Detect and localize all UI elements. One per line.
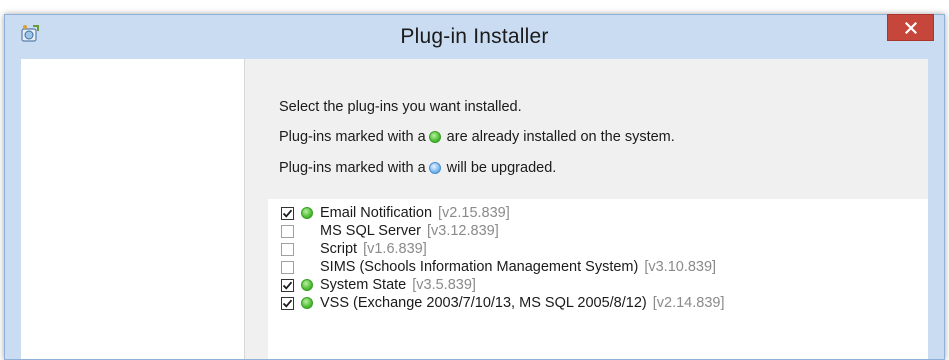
- plugin-row-vss[interactable]: VSS (Exchange 2003/7/10/13, MS SQL 2005/…: [281, 294, 724, 312]
- instruction-text-2b: are already installed on the system.: [446, 129, 675, 145]
- content-area: Select the plug-ins you want installed. …: [245, 59, 928, 359]
- checkmark-icon: [282, 281, 293, 290]
- installed-dot-icon: [301, 297, 313, 309]
- instruction-line-1: Select the plug-ins you want installed.: [279, 99, 522, 115]
- plugin-row-sims[interactable]: SIMS (Schools Information Management Sys…: [281, 258, 716, 276]
- plugin-version: [v3.5.839]: [412, 277, 476, 293]
- plugin-checkbox[interactable]: [281, 296, 294, 310]
- instruction-text-3a: Plug-ins marked with a: [279, 160, 426, 176]
- installed-dot-icon: [301, 279, 313, 291]
- plugin-installer-window: Plug-in Installer Select the plug-ins yo…: [4, 14, 945, 360]
- plugin-name: System State: [320, 277, 407, 293]
- plugin-name: VSS (Exchange 2003/7/10/13, MS SQL 2005/…: [320, 295, 647, 311]
- plugin-version: [v3.12.839]: [427, 223, 499, 239]
- plugin-name: Email Notification: [320, 205, 433, 221]
- window-title: Plug-in Installer: [400, 25, 549, 48]
- installed-dot-icon: [301, 207, 313, 219]
- instruction-line-3: Plug-ins marked with a will be upgraded.: [279, 160, 556, 176]
- plugin-row-email-notification[interactable]: Email Notification [v2.15.839]: [281, 204, 510, 222]
- instruction-text-2a: Plug-ins marked with a: [279, 129, 426, 145]
- plugin-version: [v2.14.839]: [652, 295, 725, 311]
- side-panel: [21, 59, 245, 359]
- plugin-name: SIMS (Schools Information Management Sys…: [320, 259, 639, 275]
- status-spacer: [301, 243, 313, 255]
- plugin-name: Script: [320, 241, 358, 257]
- close-icon: [904, 21, 917, 34]
- plugin-checkbox[interactable]: [281, 278, 294, 292]
- plugin-row-ms-sql-server[interactable]: MS SQL Server [v3.12.839]: [281, 222, 499, 240]
- status-spacer: [301, 261, 313, 273]
- checkmark-icon: [282, 209, 293, 218]
- upgrade-dot-icon: [428, 162, 441, 174]
- window-client-area: Select the plug-ins you want installed. …: [21, 59, 928, 359]
- status-spacer: [301, 225, 313, 237]
- plugin-checkbox[interactable]: [281, 260, 294, 274]
- plugin-list[interactable]: Email Notification [v2.15.839] MS SQL Se…: [268, 199, 928, 359]
- checkmark-icon: [282, 299, 293, 308]
- instruction-text-1: Select the plug-ins you want installed.: [279, 99, 522, 115]
- plugin-row-system-state[interactable]: System State [v3.5.839]: [281, 276, 476, 294]
- instruction-line-2: Plug-ins marked with a are already insta…: [279, 129, 675, 145]
- installed-dot-icon: [428, 131, 441, 143]
- instruction-text-3b: will be upgraded.: [446, 160, 557, 176]
- plugin-name: MS SQL Server: [320, 223, 421, 239]
- plugin-version: [v1.6.839]: [363, 241, 427, 257]
- title-bar[interactable]: Plug-in Installer: [5, 14, 944, 59]
- plugin-checkbox[interactable]: [281, 206, 294, 220]
- close-button[interactable]: [887, 14, 934, 41]
- plugin-checkbox[interactable]: [281, 242, 294, 256]
- plugin-checkbox[interactable]: [281, 224, 294, 238]
- plugin-version: [v2.15.839]: [438, 205, 510, 221]
- plugin-row-script[interactable]: Script [v1.6.839]: [281, 240, 427, 258]
- plugin-version: [v3.10.839]: [644, 259, 717, 275]
